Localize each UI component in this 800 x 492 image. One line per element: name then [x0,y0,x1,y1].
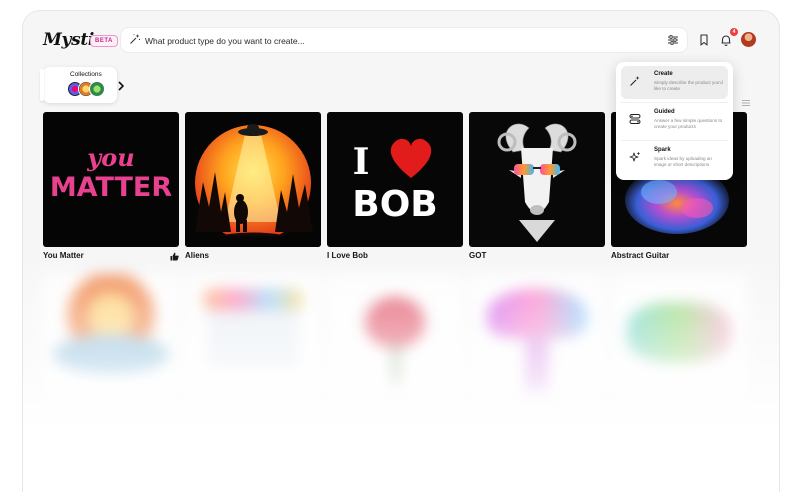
blurred-chameleon [627,303,731,363]
design-image: I BOB [327,112,463,247]
menu-item-title: Guided [654,109,675,115]
divider [621,140,728,141]
design-image: you MATTER [43,112,179,247]
card-title: GOT [469,251,487,260]
art-text-line2: MATTER [50,172,173,203]
card-title: Aliens [185,251,210,260]
menu-item-title: Create [654,71,673,77]
search-bar[interactable] [120,27,688,53]
menu-item-title: Spark [654,147,671,153]
design-card-got[interactable] [469,112,605,247]
blurred-wave [53,335,169,375]
design-card-aliens[interactable] [185,112,321,247]
app-window: Mystic BETA What product type do you wan… [22,10,780,492]
card-title-row: GOT [469,251,609,263]
art-text-line1: I [353,141,370,183]
design-card-i-love-bob[interactable]: I BOB [327,112,463,247]
art-text-line2: BOB [352,184,437,225]
blurred-stem [393,345,399,385]
collections-card[interactable]: Collections [40,67,117,103]
collections-title: Collections [70,71,102,78]
blurred-flowers [203,289,303,311]
create-mode-dropdown: Create Simply describe the product you'd… [616,62,733,180]
menu-item-description: Spark ideas by uploading an image or sho… [654,156,712,167]
card-title-row: Abstract Guitar [611,251,751,263]
blurred-card [469,275,605,393]
design-card-you-matter[interactable]: you MATTER [43,112,179,247]
bookmark-icon[interactable] [697,33,711,47]
collection-thumb [89,81,105,97]
top-bar: Mystic BETA What product type do you wan… [23,27,779,55]
stack-edge [40,69,44,101]
card-title-row: Aliens [185,251,325,263]
divider [621,102,728,103]
blurred-card [611,275,747,393]
search-input[interactable] [143,31,647,51]
menu-item-description: Answer a few simple questions to create … [654,118,723,129]
list-view-icon[interactable] [742,100,750,106]
magic-wand-icon [630,76,640,86]
card-title: Abstract Guitar [611,251,670,260]
magic-wand-icon [130,34,141,44]
route-icon [629,114,641,124]
thumbs-up-icon[interactable] [170,252,179,261]
blurred-card [185,275,321,393]
avatar[interactable] [741,32,756,47]
filter-icon[interactable] [667,34,679,46]
blurred-mushroom-stem [525,335,549,391]
art-text-line1: you [86,143,134,172]
menu-item-spark[interactable]: Spark Spark ideas by uploading an image … [621,142,728,175]
card-title: I Love Bob [327,251,368,260]
notification-badge: 4 [730,28,738,36]
menu-item-description: Simply describe the product you'd like t… [654,80,723,91]
menu-item-guided[interactable]: Guided Answer a few simple questions to … [621,104,728,137]
blurred-card [327,275,463,393]
chevron-right-icon[interactable] [117,81,125,91]
design-image [185,112,321,247]
blurred-card [43,275,179,393]
menu-item-create[interactable]: Create Simply describe the product you'd… [621,66,728,99]
beta-badge: BETA [90,35,118,47]
blurred-book [207,305,299,369]
design-image [469,112,605,247]
sparkle-icon [629,151,641,162]
card-title-row: I Love Bob [327,251,467,263]
card-title-row: You Matter [43,251,179,263]
blurred-mushroom-cap [487,289,587,339]
blurred-rose [365,297,425,349]
card-title: You Matter [43,251,84,260]
